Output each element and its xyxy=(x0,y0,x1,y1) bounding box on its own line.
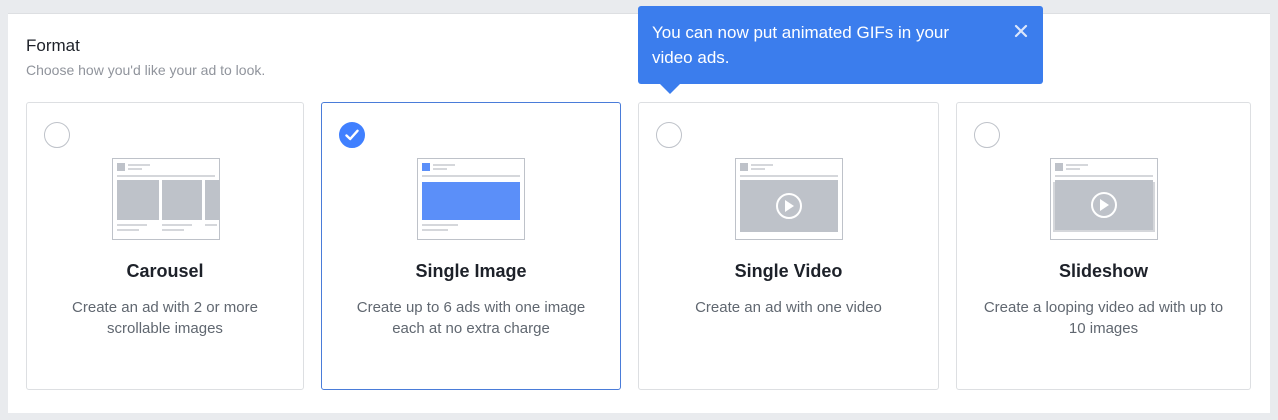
slideshow-description: Create a looping video ad with up to 10 … xyxy=(983,299,1224,337)
checkmark-icon xyxy=(345,129,359,141)
carousel-radio[interactable] xyxy=(44,122,70,148)
single-video-description: Create an ad with one video xyxy=(695,299,882,316)
format-subheading: Choose how you'd like your ad to look. xyxy=(26,62,266,78)
single-image-radio[interactable] xyxy=(339,122,365,148)
format-option-single-video[interactable]: Single Video Create an ad with one video xyxy=(638,102,939,390)
single-video-preview-icon xyxy=(735,158,843,240)
slideshow-title: Slideshow xyxy=(1058,261,1148,281)
single-video-radio[interactable] xyxy=(656,122,682,148)
gif-announcement-tooltip: You can now put animated GIFs in your vi… xyxy=(638,6,1043,94)
tooltip-text: You can now put animated GIFs in your vi… xyxy=(652,23,950,67)
close-icon[interactable] xyxy=(1013,23,1029,39)
carousel-description: Create an ad with 2 or more scrollable i… xyxy=(72,299,258,337)
tooltip-arrow xyxy=(660,84,680,94)
format-option-slideshow[interactable]: Slideshow Create a looping video ad with… xyxy=(956,102,1251,390)
carousel-preview-icon xyxy=(112,158,220,240)
single-image-preview-icon xyxy=(417,158,525,240)
slideshow-radio[interactable] xyxy=(974,122,1000,148)
format-heading: Format xyxy=(26,36,80,55)
single-image-title: Single Image xyxy=(415,261,527,281)
carousel-title: Carousel xyxy=(126,261,204,281)
slideshow-preview-icon xyxy=(1050,158,1158,240)
format-option-carousel[interactable]: Carousel Create an ad with 2 or more scr… xyxy=(26,102,304,390)
single-video-title: Single Video xyxy=(734,261,843,281)
single-image-description: Create up to 6 ads with one image each a… xyxy=(356,299,586,337)
format-option-single-image[interactable]: Single Image Create up to 6 ads with one… xyxy=(321,102,621,390)
